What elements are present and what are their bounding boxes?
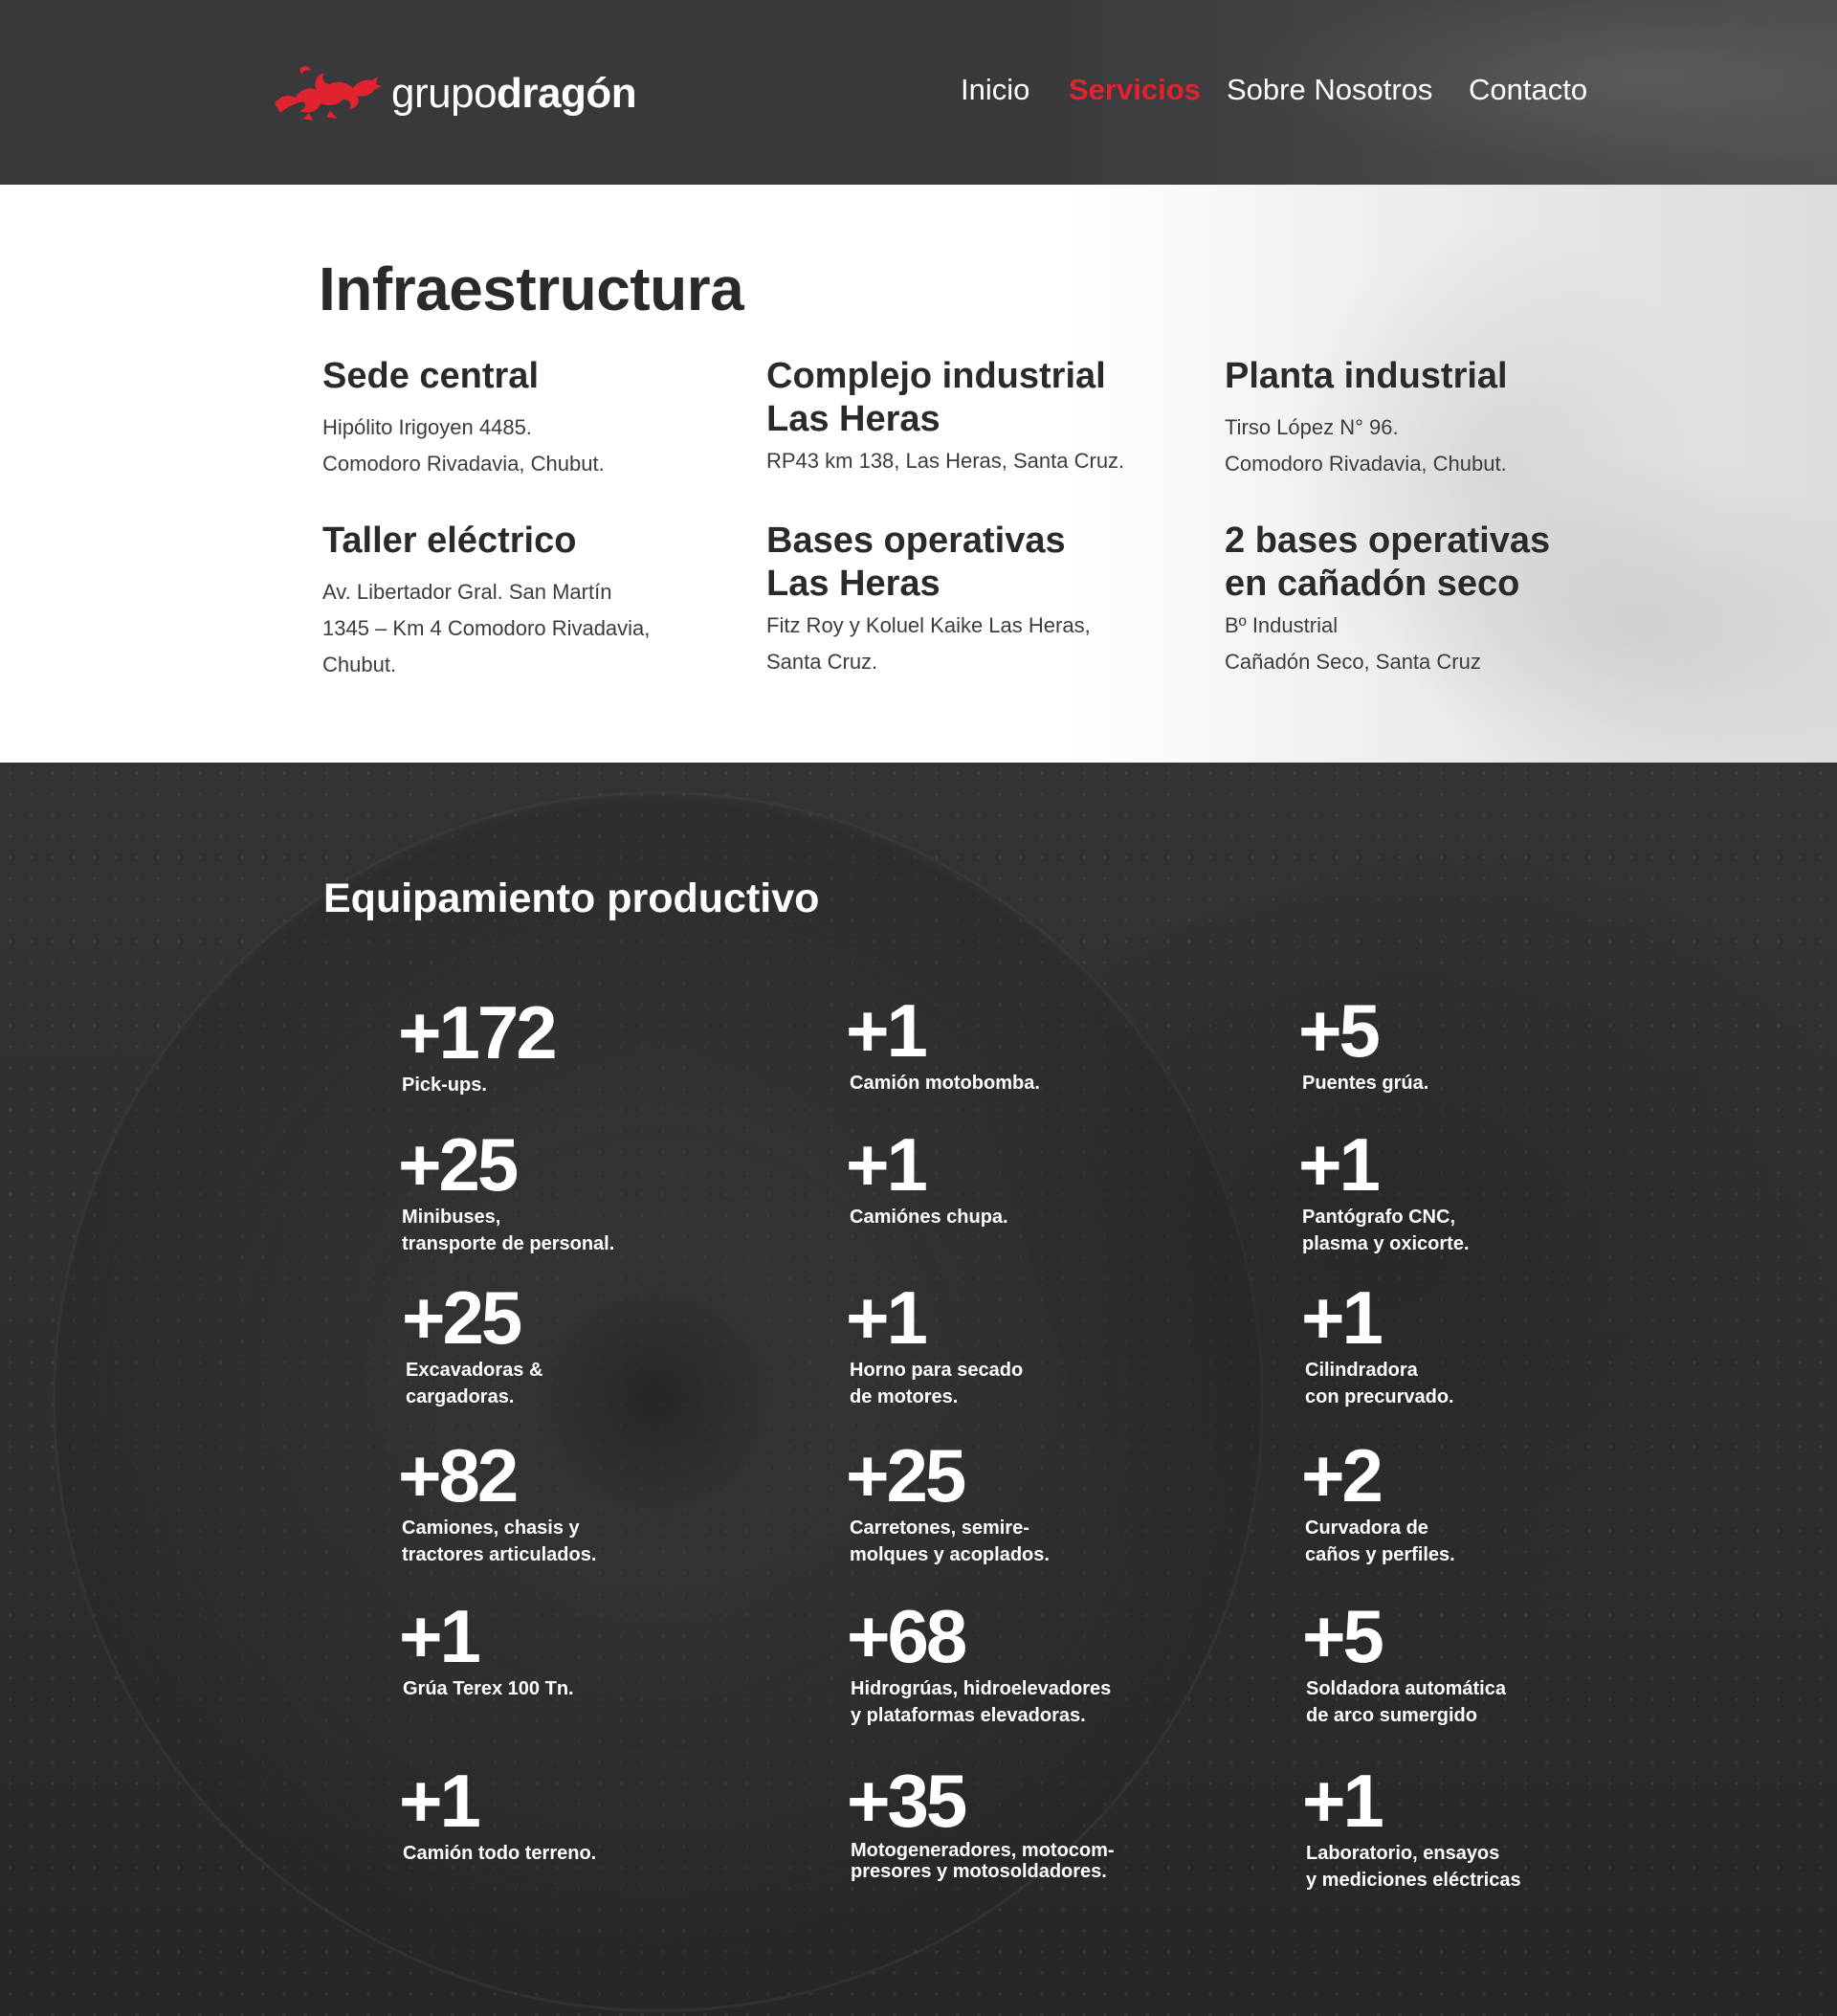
stat-label: Camión motobomba. [850, 1073, 1040, 1094]
stat-label: Pantógrafo CNC, plasma y oxicorte. [1302, 1207, 1470, 1254]
nav-link-inicio[interactable]: Inicio [961, 73, 1029, 107]
stat-camion-motobomba: +1 Camión motobomba. [846, 993, 1251, 1097]
stat-label: Pick-ups. [402, 1074, 487, 1096]
stat-camiones-chupa: +1 Camiónes chupa. [846, 1127, 1251, 1230]
site-sede-central: Sede central Hipólito Irigoyen 4485. Com… [322, 355, 743, 482]
stat-value: +1 [846, 1122, 928, 1207]
stat-minibuses: +25 Minibuses, transporte de personal. [398, 1127, 804, 1257]
stat-value: +1 [399, 1759, 481, 1843]
stat-excavadoras: +25 Excavadoras & cargadoras. [402, 1280, 808, 1410]
nav-link-servicios[interactable]: Servicios [1069, 73, 1201, 107]
stat-camion-todo-terreno: +1 Camión todo terreno. [399, 1763, 805, 1867]
stat-value: +2 [1301, 1433, 1383, 1518]
site-complejo-las-heras: Complejo industrial Las Heras RP43 km 13… [766, 355, 1187, 479]
site-title: Taller eléctrico [322, 521, 577, 561]
site-title: Bases operativas Las Heras [766, 521, 1066, 604]
equipment-title: Equipamiento productivo [323, 875, 820, 921]
stat-value: +82 [398, 1433, 519, 1518]
nav-link-sobre-nosotros[interactable]: Sobre Nosotros [1227, 73, 1432, 107]
stat-label: Carretones, semire- molques y acoplados. [850, 1518, 1050, 1565]
stat-soldadora: +5 Soldadora automática de arco sumergid… [1302, 1599, 1708, 1729]
site-title: Complejo industrial Las Heras [766, 356, 1106, 439]
stat-puentes-grua: +5 Puentes grúa. [1298, 993, 1704, 1097]
infrastructure-section: Infraestructura Sede central Hipólito Ir… [0, 185, 1837, 763]
site-address: Hipólito Irigoyen 4485. Comodoro Rivadav… [322, 415, 605, 476]
stat-value: +172 [398, 990, 558, 1074]
stat-label: Camión todo terreno. [403, 1843, 597, 1864]
stat-value: +68 [847, 1594, 967, 1678]
stat-label: Minibuses, transporte de personal. [402, 1207, 615, 1254]
stat-curvadora: +2 Curvadora de caños y perfiles. [1301, 1438, 1707, 1568]
nav-link-contacto[interactable]: Contacto [1469, 73, 1587, 107]
stat-value: +35 [847, 1759, 967, 1843]
site-title: Planta industrial [1225, 356, 1508, 396]
site-title: 2 bases operativas en cañadón seco [1225, 521, 1551, 604]
stat-value: +5 [1298, 988, 1381, 1073]
stat-label: Grúa Terex 100 Tn. [403, 1678, 574, 1699]
site-taller-electrico: Taller eléctrico Av. Libertador Gral. Sa… [322, 520, 743, 683]
stat-cilindradora: +1 Cilindradora con precurvado. [1301, 1280, 1707, 1410]
stat-value: +25 [398, 1122, 519, 1207]
site-header: grupodragón Inicio Servicios Sobre Nosot… [0, 0, 1837, 185]
stat-label: Hidrogrúas, hidroelevadores y plataforma… [851, 1678, 1112, 1726]
infrastructure-title: Infraestructura [319, 255, 744, 323]
site-bases-las-heras: Bases operativas Las Heras Fitz Roy y Ko… [766, 520, 1187, 680]
stat-label: Motogeneradores, motocom- presores y mot… [851, 1840, 1115, 1882]
stat-value: +1 [846, 988, 928, 1073]
stat-value: +5 [1302, 1594, 1384, 1678]
stat-label: Soldadora automática de arco sumergido [1306, 1678, 1506, 1726]
stat-value: +1 [1302, 1759, 1384, 1843]
stat-label: Excavadoras & cargadoras. [406, 1360, 543, 1407]
stat-label: Cilindradora con precurvado. [1305, 1360, 1454, 1407]
stat-hidrogruas: +68 Hidrogrúas, hidroelevadores y plataf… [847, 1599, 1252, 1729]
site-address: Bº Industrial Cañadón Seco, Santa Cruz [1225, 613, 1481, 674]
stat-pickups: +172 Pick-ups. [398, 995, 804, 1098]
site-address: RP43 km 138, Las Heras, Santa Cruz. [766, 449, 1125, 473]
stat-pantografo-cnc: +1 Pantógrafo CNC, plasma y oxicorte. [1298, 1127, 1704, 1257]
stat-value: +1 [1301, 1275, 1383, 1360]
stat-label: Horno para secado de motores. [850, 1360, 1024, 1407]
site-address: Tirso López N° 96. Comodoro Rivadavia, C… [1225, 415, 1507, 476]
site-address: Fitz Roy y Koluel Kaike Las Heras, Santa… [766, 613, 1091, 674]
stat-value: +1 [1298, 1122, 1381, 1207]
stat-laboratorio: +1 Laboratorio, ensayos y mediciones elé… [1302, 1763, 1708, 1894]
site-title: Sede central [322, 356, 539, 396]
stat-horno-secado: +1 Horno para secado de motores. [846, 1280, 1251, 1410]
site-bases-canadon-seco: 2 bases operativas en cañadón seco Bº In… [1225, 520, 1646, 680]
stat-motogeneradores: +35 Motogeneradores, motocom- presores y… [847, 1763, 1252, 1882]
stat-value: +25 [846, 1433, 966, 1518]
equipment-section: Equipamiento productivo +172 Pick-ups. +… [0, 763, 1837, 2016]
stat-carretones: +25 Carretones, semire- molques y acopla… [846, 1438, 1251, 1568]
main-nav: Inicio Servicios Sobre Nosotros Contacto [0, 73, 1837, 117]
stat-label: Camiónes chupa. [850, 1207, 1008, 1228]
stat-value: +1 [399, 1594, 481, 1678]
stat-label: Puentes grúa. [1302, 1073, 1429, 1094]
stat-label: Laboratorio, ensayos y mediciones eléctr… [1306, 1843, 1521, 1891]
site-address: Av. Libertador Gral. San Martín 1345 – K… [322, 580, 651, 676]
stat-label: Curvadora de caños y perfiles. [1305, 1518, 1455, 1565]
stat-value: +25 [402, 1275, 522, 1360]
stat-camiones-chasis: +82 Camiones, chasis y tractores articul… [398, 1438, 804, 1568]
stat-label: Camiones, chasis y tractores articulados… [402, 1518, 597, 1565]
site-planta-industrial: Planta industrial Tirso López N° 96. Com… [1225, 355, 1646, 482]
stat-grua-terex: +1 Grúa Terex 100 Tn. [399, 1599, 805, 1702]
stat-value: +1 [846, 1275, 928, 1360]
